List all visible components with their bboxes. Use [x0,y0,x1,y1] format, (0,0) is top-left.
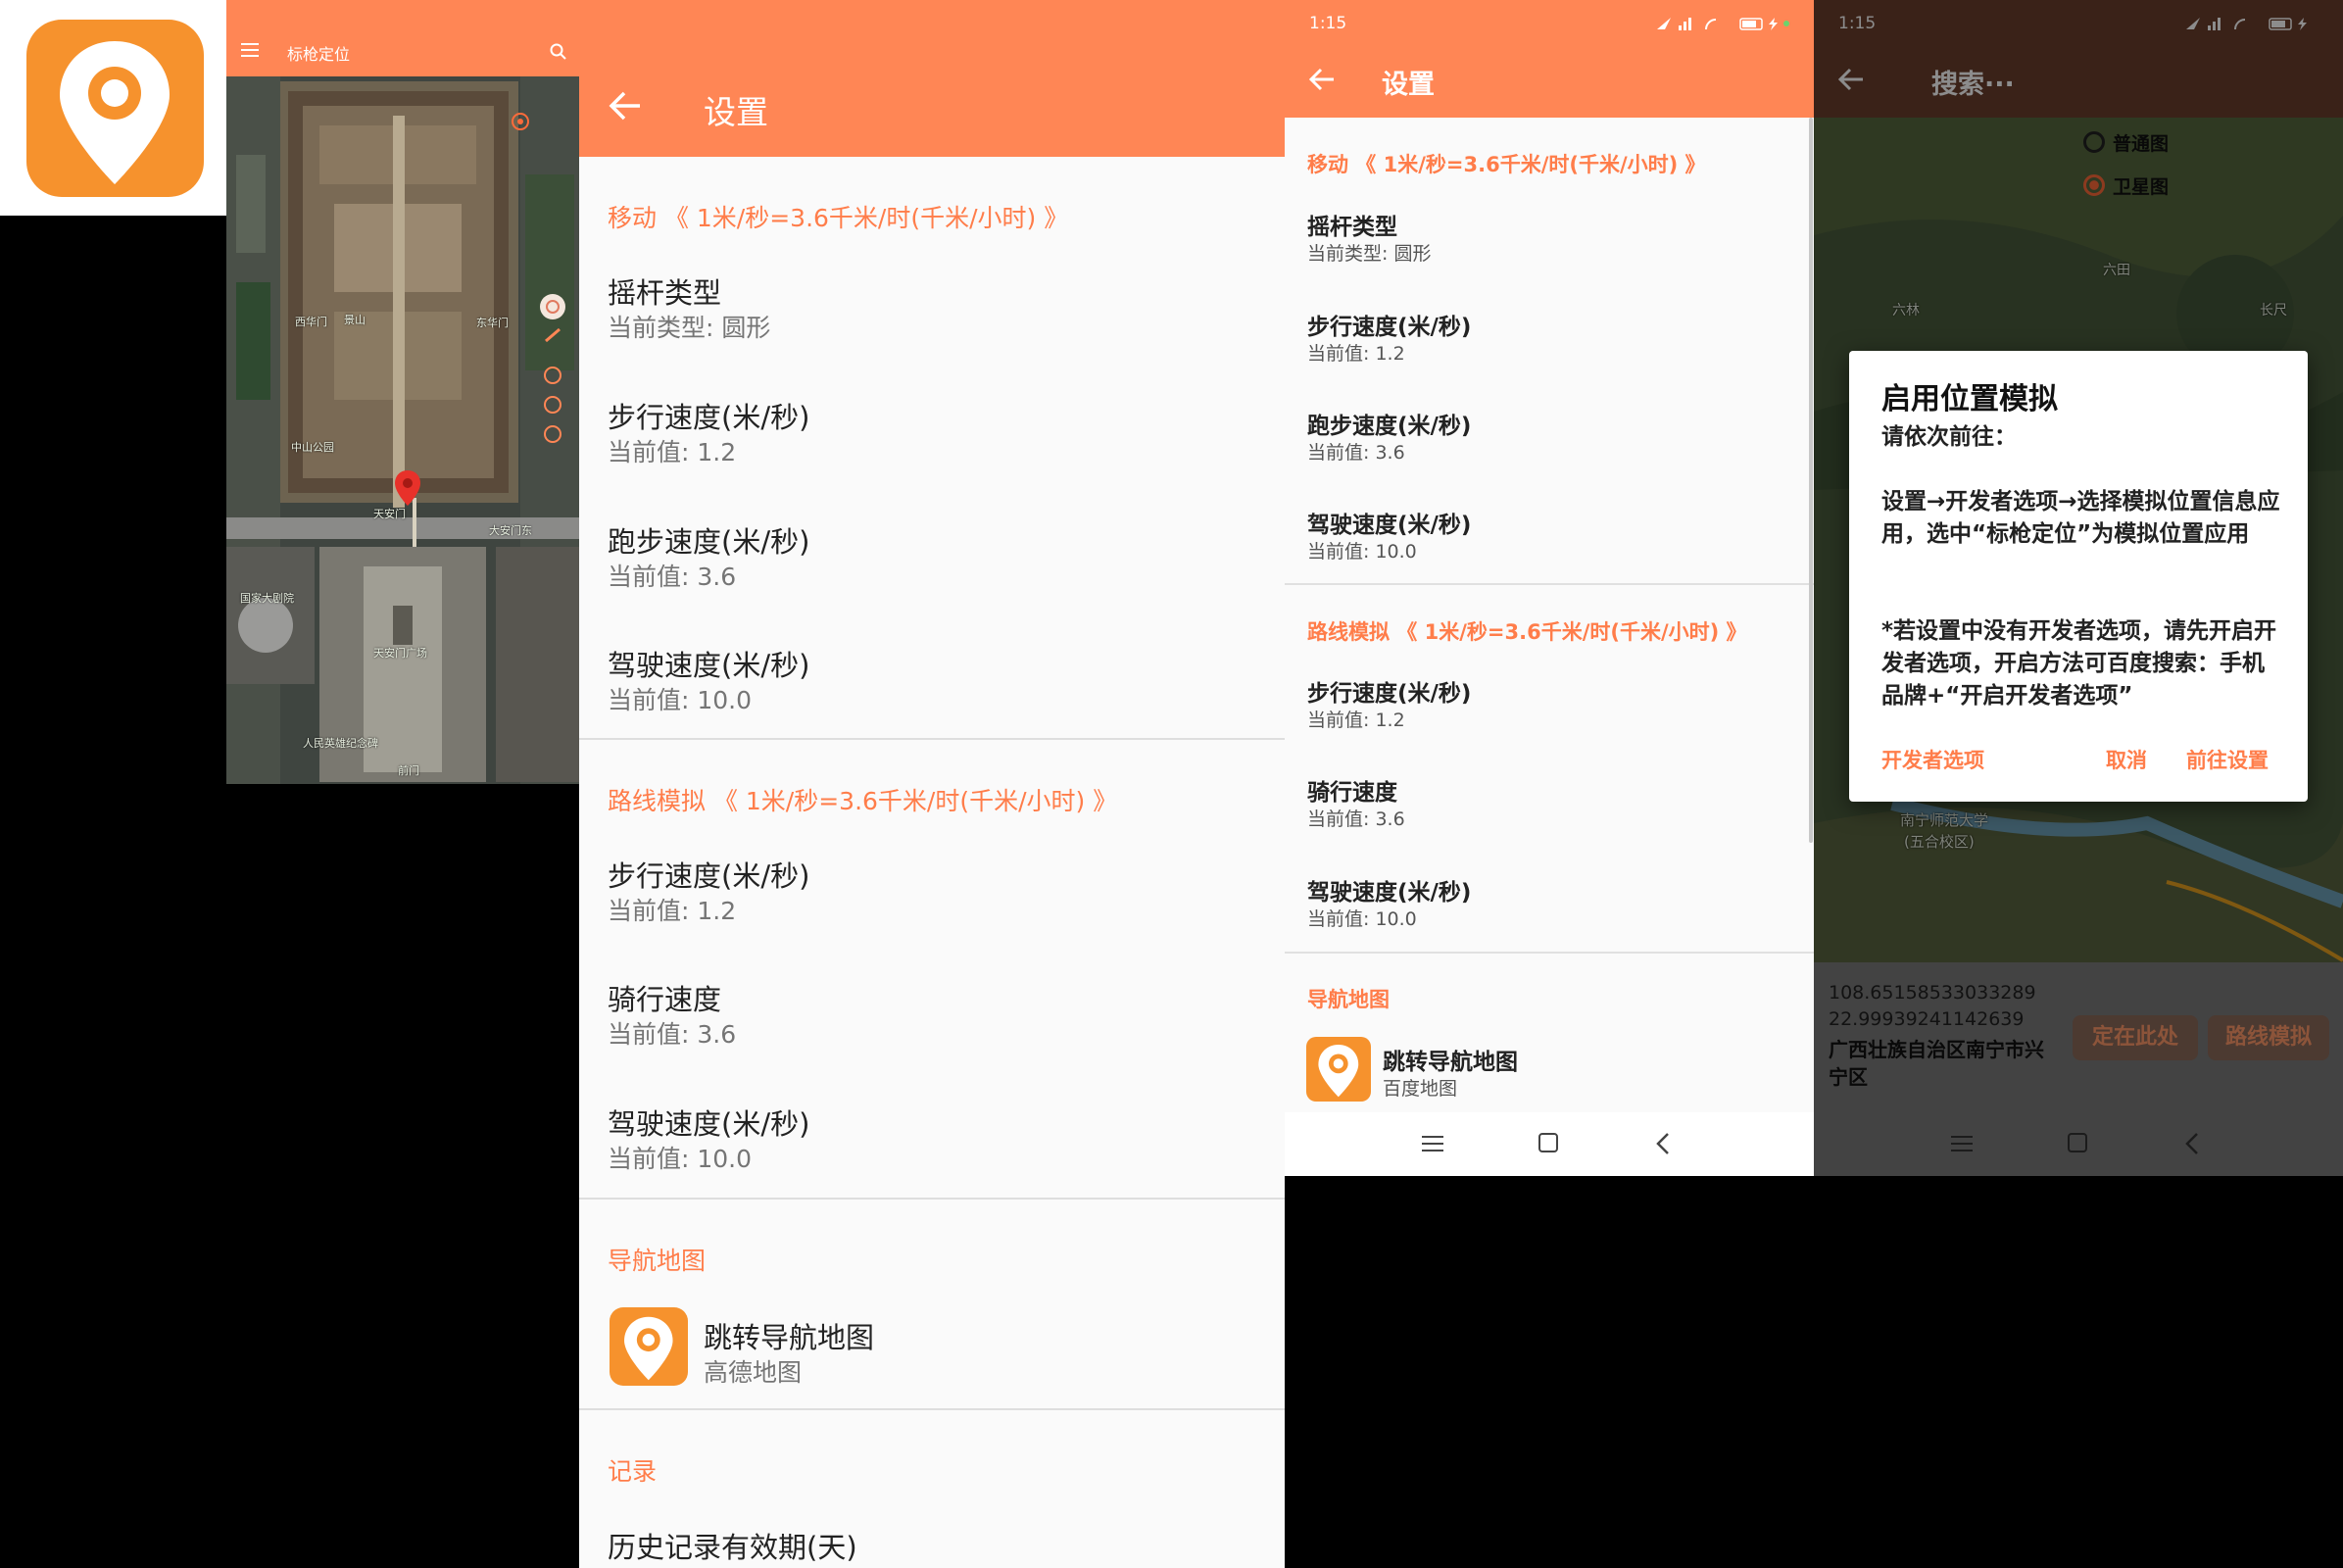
dialog-intro: 请依次前往： [1881,424,2017,450]
status-icons [1628,16,1799,31]
setting-title: 驾驶速度(米/秒) [608,649,810,682]
recent-apps-icon[interactable] [1422,1134,1443,1153]
setting-title: 步行速度(米/秒) [608,859,810,893]
map-app-title: 标枪定位 [287,45,351,64]
nav-map-app-icon [610,1307,688,1386]
setting-value: 百度地图 [1383,1078,1458,1100]
setting-value: 当前值: 1.2 [1307,343,1405,365]
home-icon[interactable] [1538,1132,1559,1153]
setting-value: 当前类型: 圆形 [608,314,771,342]
map-label: 中山公园 [291,441,334,454]
setting-value: 当前值: 10.0 [608,1145,753,1173]
dialog-note: *若设置中没有开发者选项，请先开启开发者选项，开启方法可百度搜索：手机品牌+“开… [1881,618,2277,709]
system-nav-bar [1285,1112,1814,1176]
location-pin-icon[interactable] [393,468,422,508]
setting-value: 当前值: 3.6 [608,1020,737,1049]
developer-options-button[interactable]: 开发者选项 [1881,745,1984,774]
setting-value: 当前值: 1.2 [1307,710,1405,731]
setting-title: 跑步速度(米/秒) [1307,414,1472,439]
setting-value: 当前类型: 圆形 [1307,243,1432,265]
app-icon-panel [0,0,226,216]
map-label: 景山 [344,314,366,326]
setting-value: 当前值: 3.6 [608,563,737,591]
dialog-steps: 设置→开发者选项→选择模拟位置信息应用，选中“标枪定位”为模拟位置应用 [1881,489,2280,547]
map-label: 天安门 [373,508,406,520]
dialog-title: 启用位置模拟 [1881,382,2058,416]
page-title: 设置 [704,93,768,131]
setting-title: 跑步速度(米/秒) [608,525,810,559]
divider [579,1198,1285,1200]
satellite-map-graphic [226,76,579,784]
setting-value: 高德地图 [704,1358,803,1387]
map-label: 东华门 [476,317,509,329]
setting-title: 历史记录有效期(天) [608,1531,857,1564]
enable-mock-location-dialog: 启用位置模拟 请依次前往： 设置→开发者选项→选择模拟位置信息应用，选中“标枪定… [1849,351,2308,802]
setting-value: 当前值: 10.0 [608,686,753,714]
setting-title: 骑行速度 [608,983,722,1016]
map-tools-icon[interactable] [538,292,567,468]
status-time: 1:15 [1309,14,1347,33]
section-header-record: 记录 [608,1457,658,1486]
section-header-route: 路线模拟 《 1米/秒=3.6千米/时(千米/小时) 》 [1307,620,1747,644]
divider [579,738,1285,740]
setting-title: 步行速度(米/秒) [608,401,810,434]
setting-value: 当前值: 10.0 [1307,541,1417,563]
setting-title: 摇杆类型 [608,276,722,310]
setting-title: 驾驶速度(米/秒) [1307,513,1472,538]
setting-value: 当前值: 1.2 [608,897,737,925]
app-bar: 设置 [579,0,1285,157]
status-bar: 1:15 [1285,0,1814,45]
setting-title: 步行速度(米/秒) [1307,681,1472,707]
satellite-map[interactable]: 西华门 中山公园 天安门 国家大剧院 天安门广场 人民英雄纪念碑 前门 大安门东… [226,76,579,784]
app-logo-icon [26,20,204,197]
nav-map-app-icon [1306,1037,1371,1102]
settings-screen-large: 设置 移动 《 1米/秒=3.6千米/时(千米/小时) 》 摇杆类型 当前类型:… [579,0,1285,1568]
setting-title: 步行速度(米/秒) [1307,315,1472,340]
map-dialog-screen: 1:15 搜索··· 普通图 卫星图 六田 六林 长尺 南宁师范大学 (五合校区… [1814,0,2343,1176]
setting-title: 骑行速度 [1307,780,1397,806]
cancel-button[interactable]: 取消 [2106,745,2147,774]
page-title: 设置 [1382,70,1435,100]
map-screen: 标枪定位 西华门 中山公园 天安门 国家大剧院 天安门广场 人民英雄纪念碑 前门… [226,0,579,784]
map-top-bar: 标枪定位 [226,0,579,76]
section-header-nav: 导航地图 [608,1247,707,1275]
section-header-route: 路线模拟 《 1米/秒=3.6千米/时(千米/小时) 》 [608,787,1118,815]
setting-value: 当前值: 1.2 [608,438,737,466]
section-header-nav: 导航地图 [1307,988,1390,1011]
divider [579,1408,1285,1410]
back-arrow-icon[interactable] [1309,68,1335,91]
setting-title: 驾驶速度(米/秒) [608,1107,810,1141]
back-arrow-icon[interactable] [609,91,642,121]
map-label: 前门 [398,764,419,777]
settings-screen-small: 1:15 设置 移动 《 1米/秒=3.6千米/时(千米/小时) 》 摇杆类型 … [1285,0,1814,1176]
back-nav-icon[interactable] [1655,1132,1671,1155]
setting-value: 当前值: 10.0 [1307,908,1417,930]
scrollbar[interactable] [1809,118,1813,843]
setting-value: 当前值: 3.6 [1307,808,1405,830]
setting-title: 驾驶速度(米/秒) [1307,880,1472,906]
map-label: 人民英雄纪念碑 [303,737,378,750]
map-label: 国家大剧院 [240,592,294,605]
app-bar: 设置 [1285,45,1814,118]
go-to-settings-button[interactable]: 前往设置 [2186,745,2269,774]
map-label: 天安门广场 [373,647,427,660]
setting-title: 跳转导航地图 [1383,1050,1518,1075]
search-icon[interactable] [550,43,567,61]
setting-title: 跳转导航地图 [704,1321,875,1354]
divider [1285,583,1814,585]
map-label: 西华门 [295,316,327,328]
section-header-move: 移动 《 1米/秒=3.6千米/时(千米/小时) 》 [1307,153,1706,176]
compass-icon[interactable] [511,112,530,131]
section-header-move: 移动 《 1米/秒=3.6千米/时(千米/小时) 》 [608,204,1069,232]
menu-icon[interactable] [241,43,259,57]
setting-title: 摇杆类型 [1307,215,1397,240]
map-label: 大安门东 [489,524,532,537]
setting-value: 当前值: 3.6 [1307,442,1405,464]
divider [1285,952,1814,954]
